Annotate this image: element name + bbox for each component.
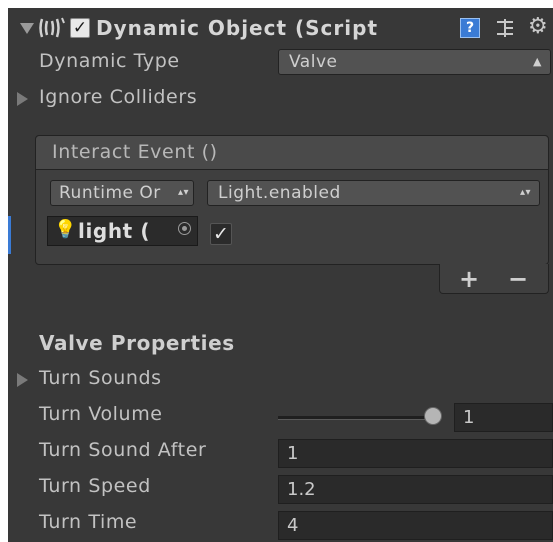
turn-sounds-foldout-icon[interactable]	[17, 373, 28, 387]
turn-volume-slider-thumb[interactable]	[424, 407, 442, 425]
gear-icon[interactable]: ⚙	[528, 14, 548, 39]
inspector-panel: ✓ Dynamic Object (Script ? ⚙ Dynamic Typ…	[8, 8, 553, 542]
ignore-colliders-label[interactable]: Ignore Colliders	[39, 86, 197, 108]
event-bool-checkbox[interactable]: ✓	[210, 223, 232, 245]
component-enabled-checkbox[interactable]: ✓	[70, 18, 90, 38]
function-value: Light.enabled	[218, 183, 341, 203]
dropdown-arrow-icon: ▲	[533, 55, 542, 68]
remove-listener-button[interactable]: −	[508, 265, 528, 293]
turn-volume-slider-track[interactable]	[278, 416, 438, 420]
valve-properties-title: Valve Properties	[39, 331, 235, 355]
help-icon[interactable]: ?	[460, 18, 480, 38]
turn-time-label: Turn Time	[39, 511, 138, 533]
object-picker-dot	[182, 226, 187, 231]
turn-sound-after-field[interactable]: 1	[278, 439, 553, 468]
function-dropdown[interactable]: Light.enabled ▴▾	[207, 180, 540, 206]
dynamic-type-label: Dynamic Type	[39, 50, 180, 72]
dynamic-type-value: Valve	[289, 52, 338, 72]
component-foldout-icon[interactable]	[20, 23, 34, 34]
dropdown-arrow-icon: ▴▾	[177, 187, 189, 198]
turn-sound-after-label: Turn Sound After	[39, 439, 207, 461]
script-icon	[38, 15, 68, 41]
turn-sounds-label[interactable]: Turn Sounds	[39, 367, 162, 389]
turn-speed-label: Turn Speed	[39, 475, 151, 497]
preset-icon[interactable]	[495, 18, 515, 38]
object-picker-icon[interactable]	[178, 222, 191, 235]
turn-volume-field[interactable]: 1	[454, 403, 553, 432]
turn-speed-field[interactable]: 1.2	[278, 475, 553, 504]
component-title: Dynamic Object (Script	[96, 16, 378, 40]
selected-row-indicator	[8, 216, 11, 254]
dropdown-arrow-icon: ▴▾	[519, 187, 531, 198]
add-listener-button[interactable]: +	[459, 265, 479, 293]
ignore-colliders-foldout-icon[interactable]	[17, 92, 28, 106]
object-value: light (	[78, 219, 151, 243]
runtime-value: Runtime Or	[59, 183, 161, 203]
event-add-remove-bar	[439, 264, 549, 294]
turn-volume-label: Turn Volume	[39, 403, 163, 425]
light-bulb-icon: 💡	[54, 219, 77, 240]
runtime-dropdown[interactable]: Runtime Or ▴▾	[50, 180, 194, 206]
object-field[interactable]: 💡 light (	[47, 216, 198, 246]
interact-event-header: Interact Event ()	[52, 141, 218, 163]
dynamic-type-dropdown[interactable]: Valve ▲	[278, 49, 551, 75]
turn-time-field[interactable]: 4	[278, 511, 553, 540]
